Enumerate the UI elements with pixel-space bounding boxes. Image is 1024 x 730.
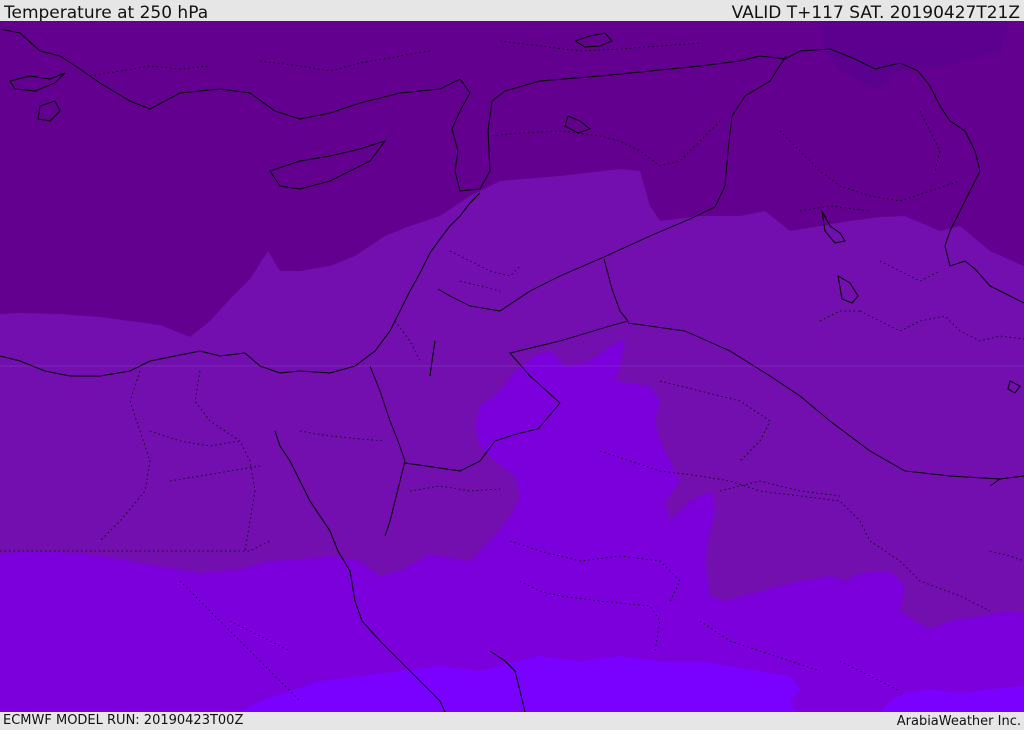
credit-label: ArabiaWeather Inc. [896, 714, 1021, 729]
model-run-label: ECMWF MODEL RUN: 20190423T00Z [3, 713, 244, 728]
weather-map[interactable] [0, 21, 1024, 712]
map-title: Temperature at 250 hPa [4, 3, 209, 23]
map-canvas [0, 21, 1024, 712]
valid-time: VALID T+117 SAT. 20190427T21Z [731, 3, 1020, 23]
header-bar: Temperature at 250 hPa VALID T+117 SAT. … [0, 0, 1024, 23]
footer-bar: ECMWF MODEL RUN: 20190423T00Z ArabiaWeat… [0, 712, 1024, 729]
